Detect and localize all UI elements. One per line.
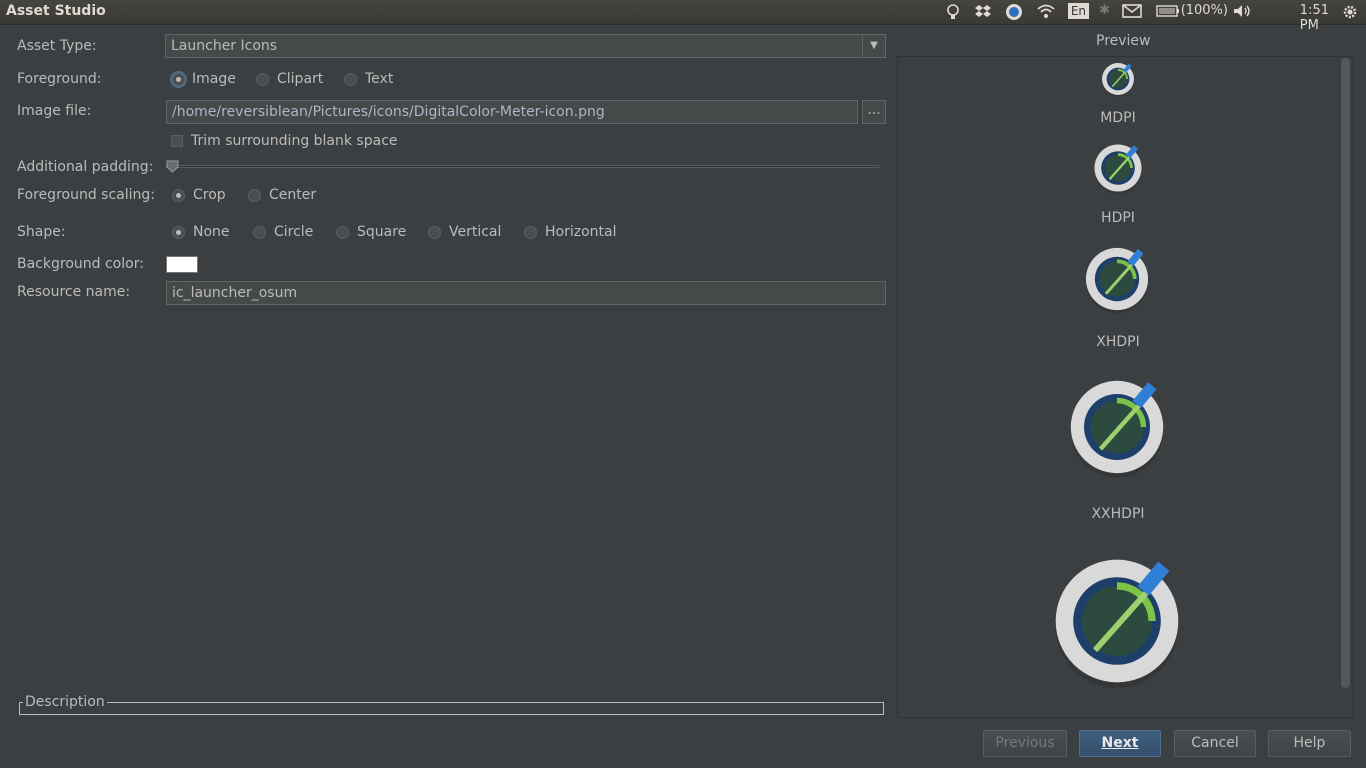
scaling-crop-radio[interactable] xyxy=(172,189,185,202)
window-titlebar: Asset Studio En ✱ (100%) 1:51 PM xyxy=(0,0,1366,33)
color-meter-icon-xxxhdpi xyxy=(1055,559,1179,689)
shape-vertical-label: Vertical xyxy=(449,224,502,240)
dropbox-icon[interactable] xyxy=(974,3,992,25)
image-file-value: /home/reversiblean/Pictures/icons/Digita… xyxy=(172,104,605,120)
window-title: Asset Studio xyxy=(6,3,106,19)
preview-title: Preview xyxy=(1096,33,1151,49)
hdpi-label: HDPI xyxy=(1101,210,1135,226)
asset-type-label: Asset Type: xyxy=(17,38,97,54)
trim-label: Trim surrounding blank space xyxy=(191,133,398,149)
trim-checkbox[interactable] xyxy=(171,135,183,147)
description-label: Description xyxy=(23,694,107,710)
shape-circle-radio[interactable] xyxy=(253,226,266,239)
bg-color-label: Background color: xyxy=(17,256,144,272)
color-meter-icon-hdpi xyxy=(1094,144,1142,194)
foreground-label: Foreground: xyxy=(17,71,102,87)
padding-slider-thumb[interactable] xyxy=(166,160,179,173)
xhdpi-label: XHDPI xyxy=(1096,334,1140,350)
shape-square-label: Square xyxy=(357,224,407,240)
image-file-label: Image file: xyxy=(17,103,92,119)
cancel-button[interactable]: Cancel xyxy=(1174,730,1256,757)
padding-slider[interactable] xyxy=(166,160,879,174)
foreground-image-radio[interactable] xyxy=(172,73,185,86)
help-button[interactable]: Help xyxy=(1268,730,1351,757)
color-meter-icon-mdpi xyxy=(1102,63,1134,97)
xxhdpi-label: XXHDPI xyxy=(1091,506,1145,522)
shape-vertical-radio[interactable] xyxy=(428,226,441,239)
bluetooth-icon[interactable]: ✱ xyxy=(1099,3,1110,18)
foreground-text-label: Text xyxy=(365,71,394,87)
shape-label: Shape: xyxy=(17,224,66,240)
shape-none-radio[interactable] xyxy=(172,226,185,239)
scaling-crop-label: Crop xyxy=(193,187,226,203)
mdpi-label: MDPI xyxy=(1100,110,1136,126)
asset-type-select[interactable]: Launcher Icons ▼ xyxy=(165,34,886,58)
mail-icon[interactable] xyxy=(1122,3,1142,23)
foreground-image-label: Image xyxy=(192,71,236,87)
gear-icon[interactable] xyxy=(1341,3,1359,25)
shape-horizontal-label: Horizontal xyxy=(545,224,617,240)
clock[interactable]: 1:51 PM xyxy=(1300,3,1329,33)
color-meter-icon-xxhdpi xyxy=(1070,380,1164,478)
asset-type-value: Launcher Icons xyxy=(171,38,278,54)
description-group xyxy=(19,702,884,715)
shape-none-label: None xyxy=(193,224,230,240)
scaling-label: Foreground scaling: xyxy=(17,187,155,203)
bg-color-swatch[interactable] xyxy=(166,256,198,273)
padding-label: Additional padding: xyxy=(17,159,154,175)
browse-button-label: ... xyxy=(867,102,881,118)
scaling-center-radio[interactable] xyxy=(248,189,261,202)
resource-name-label: Resource name: xyxy=(17,284,131,300)
color-meter-icon-xhdpi xyxy=(1085,247,1149,314)
wifi-icon[interactable] xyxy=(1036,3,1056,23)
browse-button[interactable]: ... xyxy=(862,100,886,124)
previous-button[interactable]: Previous xyxy=(983,730,1067,757)
foreground-text-radio[interactable] xyxy=(344,73,357,86)
image-file-input[interactable]: /home/reversiblean/Pictures/icons/Digita… xyxy=(166,100,858,124)
battery-percent: (100%) xyxy=(1180,3,1228,18)
keyboard-layout-indicator[interactable]: En xyxy=(1067,3,1089,19)
shape-square-radio[interactable] xyxy=(336,226,349,239)
shape-horizontal-radio[interactable] xyxy=(524,226,537,239)
preview-scrollbar[interactable] xyxy=(1341,58,1350,688)
foreground-clipart-radio[interactable] xyxy=(256,73,269,86)
scaling-center-label: Center xyxy=(269,187,317,203)
padding-slider-track xyxy=(166,165,879,168)
cloud-sync-icon[interactable] xyxy=(1004,3,1024,25)
foreground-clipart-label: Clipart xyxy=(277,71,324,87)
volume-icon[interactable] xyxy=(1232,3,1252,23)
battery-icon[interactable] xyxy=(1156,3,1180,23)
next-button[interactable]: Next xyxy=(1079,730,1161,757)
resource-name-input[interactable]: ic_launcher_osum xyxy=(166,281,886,305)
resource-name-value: ic_launcher_osum xyxy=(172,285,298,301)
chevron-down-icon[interactable]: ▼ xyxy=(862,35,885,57)
shape-circle-label: Circle xyxy=(274,224,314,240)
lightbulb-icon[interactable] xyxy=(945,3,961,25)
